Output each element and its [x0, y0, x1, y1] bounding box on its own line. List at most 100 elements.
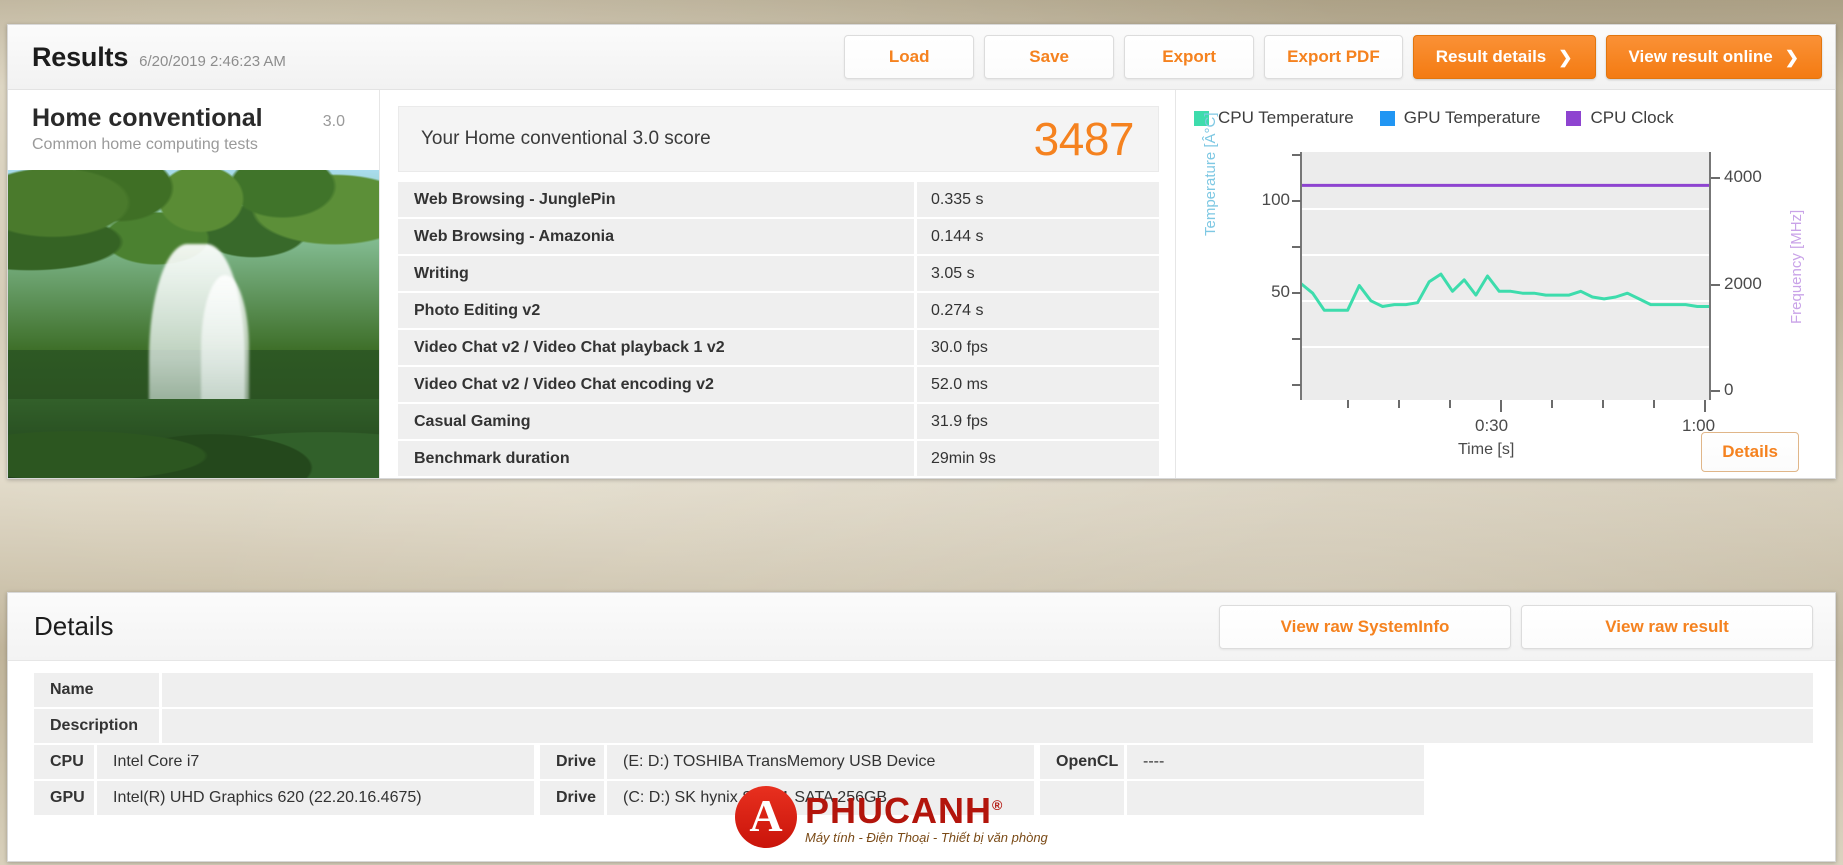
view-raw-result-button[interactable]: View raw result: [1521, 604, 1813, 649]
monitoring-chart-column: CPU Temperature GPU Temperature CPU Cloc…: [1175, 90, 1835, 478]
export-button-label: Export: [1162, 47, 1217, 66]
result-test-value: 52.0 ms: [914, 367, 1159, 402]
score-column: Your Home conventional 3.0 score 3487 We…: [380, 90, 1175, 478]
result-details-button[interactable]: Result details ❯: [1412, 35, 1596, 79]
view-raw-result-label: View raw result: [1605, 616, 1729, 636]
chart-series-svg: [1301, 183, 1709, 312]
result-test-value: 0.144 s: [914, 219, 1159, 254]
legend-label: GPU Temperature: [1403, 108, 1541, 127]
y-axis-tickmark: [1292, 384, 1301, 386]
y2-axis-line: [1709, 152, 1711, 400]
detail-cell: Drive (E: D:) TOSHIBA TransMemory USB Dev…: [540, 745, 1034, 779]
benchmark-version: 3.0: [322, 113, 345, 130]
result-test-value: 30.0 fps: [914, 330, 1159, 365]
chart-plot-wrapper: 100 50 4000 2000 0 0:30 1:00 Time [s] Te…: [1176, 112, 1835, 474]
table-row: Web Browsing - JunglePin 0.335 s: [398, 182, 1159, 217]
benchmark-title-row: Home conventional 3.0: [32, 104, 359, 133]
detail-value: (E: D:) TOSHIBA TransMemory USB Device: [604, 745, 1034, 779]
details-simple-table: Name Description: [8, 661, 1835, 745]
result-test-name: Benchmark duration: [398, 441, 914, 476]
benchmark-description: Common home computing tests: [32, 136, 258, 153]
legend-label: CPU Clock: [1590, 108, 1674, 127]
result-test-value: 29min 9s: [914, 441, 1159, 476]
legend-swatch-icon: [1379, 110, 1395, 126]
results-panel: Results 6/20/2019 2:46:23 AM Load Save E…: [7, 24, 1836, 479]
chart-details-button-label: Details: [1722, 442, 1778, 461]
export-pdf-button-label: Export PDF: [1287, 47, 1380, 66]
detail-value: (C: D:) SK hynix SC311 SATA 256GB: [604, 781, 1034, 815]
export-button[interactable]: Export: [1124, 35, 1255, 79]
results-body: Home conventional 3.0 Common home comput…: [8, 90, 1835, 478]
y-axis-tickmark: [1292, 292, 1301, 294]
y2-axis-title: Frequency [MHz]: [1788, 209, 1805, 324]
detail-value: [1124, 781, 1424, 815]
table-row: Writing 3.05 s: [398, 256, 1159, 291]
detail-key: GPU: [34, 781, 94, 815]
legend-label: CPU Temperature: [1218, 108, 1354, 127]
chevron-right-icon: ❯: [1784, 47, 1799, 67]
export-pdf-button[interactable]: Export PDF: [1264, 35, 1403, 79]
detail-key: OpenCL: [1040, 745, 1124, 779]
score-value: 3487: [1033, 113, 1135, 165]
result-test-name: Video Chat v2 / Video Chat encoding v2: [398, 367, 914, 402]
view-raw-systeminfo-label: View raw SystemInfo: [1280, 616, 1450, 636]
x-axis-tick-label: 0:30: [1475, 416, 1509, 435]
y-axis-tick-label: 100: [1261, 190, 1290, 209]
detail-cell: CPU Intel Core i7: [34, 745, 534, 779]
detail-cell: GPU Intel(R) UHD Graphics 620 (22.20.16.4…: [34, 781, 534, 815]
view-result-online-button[interactable]: View result online ❯: [1605, 35, 1822, 79]
results-table: Web Browsing - JunglePin 0.335 s Web Brows…: [398, 180, 1159, 478]
legend-swatch-icon: [1566, 110, 1582, 126]
results-toolbar: Results 6/20/2019 2:46:23 AM Load Save E…: [8, 25, 1835, 90]
result-test-name: Web Browsing - Amazonia: [398, 219, 914, 254]
y2-axis-tick-label: 4000: [1724, 167, 1762, 186]
view-result-online-button-label: View result online: [1628, 47, 1773, 66]
detail-cell: [1040, 781, 1424, 815]
load-button[interactable]: Load: [844, 35, 975, 79]
chart-line-cpu-temperature: [1301, 272, 1709, 312]
table-row: Photo Editing v2 0.274 s: [398, 293, 1159, 328]
result-test-value: 3.05 s: [914, 256, 1159, 291]
load-button-label: Load: [888, 47, 930, 66]
chevron-right-icon: ❯: [1558, 47, 1573, 67]
result-details-button-label: Result details: [1435, 47, 1547, 66]
result-test-value: 31.9 fps: [914, 404, 1159, 439]
legend-item-cpu-clock: CPU Clock: [1566, 108, 1674, 128]
result-test-name: Casual Gaming: [398, 404, 914, 439]
result-test-value: 0.274 s: [914, 293, 1159, 328]
y-axis-tickmark: [1292, 246, 1301, 248]
detail-cell: Drive (C: D:) SK hynix SC311 SATA 256GB: [540, 781, 1034, 815]
result-test-name: Photo Editing v2: [398, 293, 914, 328]
table-row: Video Chat v2 / Video Chat encoding v2 52…: [398, 367, 1159, 402]
table-row: Name: [34, 673, 1813, 707]
y2-axis-tick-label: 0: [1724, 380, 1734, 399]
detail-key: Drive: [540, 781, 604, 815]
details-panel: Details View raw SystemInfo View raw res…: [7, 592, 1836, 862]
table-row: GPU Intel(R) UHD Graphics 620 (22.20.16.4…: [8, 781, 1835, 817]
details-spec-rows: CPU Intel Core i7 Drive (E: D:) TOSHIBA Tra…: [8, 745, 1835, 817]
detail-value: [162, 709, 1813, 743]
save-button[interactable]: Save: [984, 35, 1115, 79]
result-timestamp: 6/20/2019 2:46:23 AM: [139, 52, 286, 70]
detail-key: Name: [34, 673, 162, 707]
result-test-value: 0.335 s: [914, 182, 1159, 217]
table-row: Casual Gaming 31.9 fps: [398, 404, 1159, 439]
detail-cell: OpenCL ----: [1040, 745, 1424, 779]
save-button-label: Save: [1029, 47, 1069, 66]
y2-axis-tickmark: [1711, 390, 1720, 392]
legend-item-gpu-temperature: GPU Temperature: [1379, 108, 1541, 128]
detail-key: Description: [34, 709, 162, 743]
detail-value: Intel Core i7: [94, 745, 534, 779]
y-axis-tick-label: 50: [1271, 282, 1290, 301]
y-axis-tickmark: [1292, 338, 1301, 340]
chart-details-button[interactable]: Details: [1701, 432, 1799, 472]
benchmark-image: [8, 170, 379, 478]
result-test-name: Video Chat v2 / Video Chat playback 1 v2: [398, 330, 914, 365]
details-title: Details: [34, 611, 114, 641]
y-axis-tickmark: [1292, 154, 1301, 156]
y-axis-tickmark: [1292, 200, 1301, 202]
x-axis-title: Time [s]: [1458, 441, 1515, 458]
details-header: Details View raw SystemInfo View raw res…: [8, 593, 1835, 661]
view-raw-systeminfo-button[interactable]: View raw SystemInfo: [1219, 604, 1511, 649]
y-axis-title: Temperature [Â°C]: [1202, 112, 1219, 236]
